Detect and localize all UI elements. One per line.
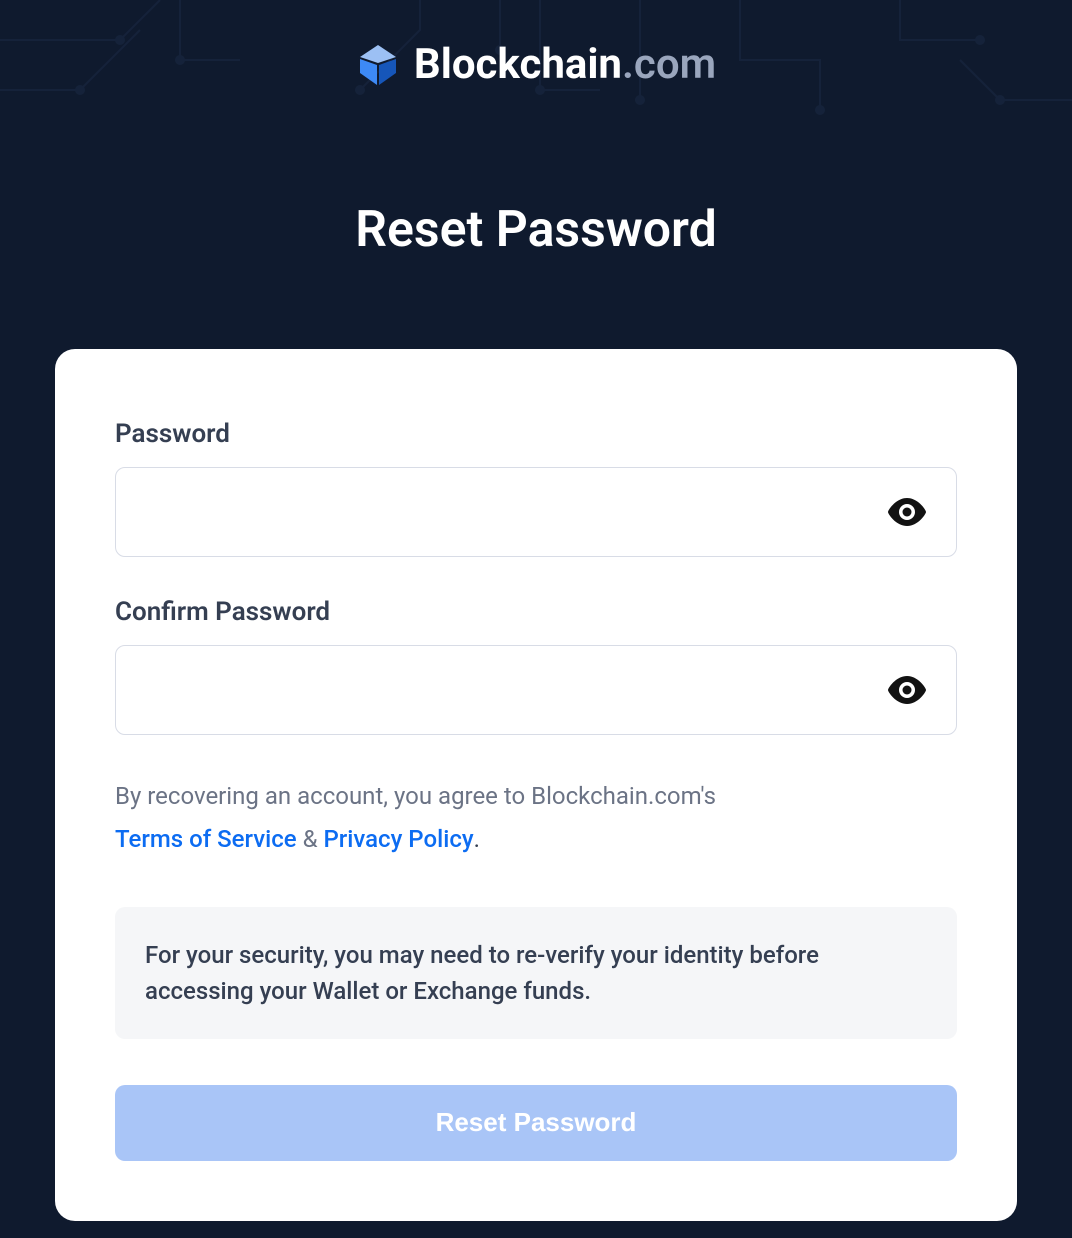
terms-of-service-link[interactable]: Terms of Service: [115, 825, 297, 853]
privacy-policy-link[interactable]: Privacy Policy: [323, 825, 473, 853]
eye-icon: [887, 498, 927, 526]
blockchain-logo-icon: [356, 43, 400, 87]
confirm-password-label: Confirm Password: [115, 597, 957, 627]
toggle-password-visibility-button[interactable]: [879, 490, 935, 534]
reset-password-card: Password Confirm Password By recovering …: [55, 349, 1017, 1221]
consent-prefix: By recovering an account, you agree to B…: [115, 782, 716, 810]
confirm-password-input[interactable]: [115, 645, 957, 735]
password-input[interactable]: [115, 467, 957, 557]
brand-name: Blockchain.com: [414, 40, 716, 89]
reset-password-button[interactable]: Reset Password: [115, 1085, 957, 1161]
page-title: Reset Password: [0, 201, 1072, 259]
header: Blockchain.com: [0, 0, 1072, 91]
password-label: Password: [115, 419, 957, 449]
toggle-confirm-password-visibility-button[interactable]: [879, 668, 935, 712]
confirm-password-field-wrap: [115, 645, 957, 735]
brand-name-primary: Blockchain: [414, 40, 622, 89]
consent-ampersand: &: [303, 825, 318, 853]
password-field-wrap: [115, 467, 957, 557]
consent-period: .: [474, 825, 480, 853]
eye-icon: [887, 676, 927, 704]
brand-logo: Blockchain.com: [356, 40, 716, 89]
brand-name-suffix: .com: [622, 40, 716, 89]
consent-text: By recovering an account, you agree to B…: [115, 775, 957, 861]
security-notice: For your security, you may need to re-ve…: [115, 907, 957, 1039]
